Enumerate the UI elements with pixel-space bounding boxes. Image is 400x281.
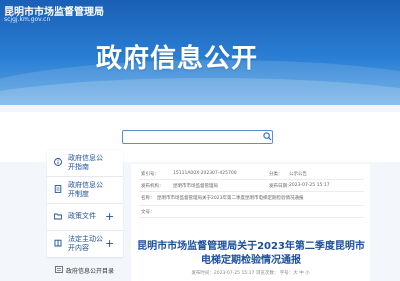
meta-label: 分类： xyxy=(269,172,283,177)
article-title: 昆明市市场监督管理局关于2023年第二季度昆明市电梯定期检验情况通报 xyxy=(137,241,365,266)
sidebar-footer-label: 政府信息公开目录 xyxy=(66,268,115,275)
book-icon xyxy=(54,239,62,247)
meta-value: 15111A00X-202307-425700 xyxy=(173,171,237,176)
meta-row: 文号： xyxy=(139,206,364,218)
meta-value: 2023-07-25 15:17 xyxy=(289,183,330,188)
sidebar-item-guide[interactable]: 政府信息公开指南 xyxy=(47,150,123,177)
sidebar-item-label: 政策文件 xyxy=(68,212,96,220)
article-meta: 发布时间：2023-07-25 15:17 浏览次数： 字号：大 中 小 xyxy=(191,271,310,276)
meta-label: 文号： xyxy=(141,210,155,215)
catalog-icon xyxy=(55,266,63,273)
site-domain: scjgj.km.gov.cn xyxy=(4,16,51,23)
meta-row: 名称： 昆明市市场监督管理局关于2023年第二季度昆明市电梯定期检验情况通报 xyxy=(139,192,364,206)
document-icon xyxy=(54,185,62,193)
sidebar-item-statutory[interactable]: 法定主动公开内容 + xyxy=(47,231,123,258)
metadata-table: 索引号： 15111A00X-202307-425700 分类： 公示公告 发布… xyxy=(139,168,364,218)
sidebar-item-label: 政府信息公开指南 xyxy=(68,154,103,171)
meta-value: 昆明市市场监督管理局 xyxy=(173,184,218,189)
sidebar-item-label: 法定主动公开内容 xyxy=(68,235,103,252)
meta-value: 昆明市市场监督管理局关于2023年第二季度昆明市电梯定期检验情况通报 xyxy=(157,196,304,201)
meta-row: 发布机构： 昆明市市场监督管理局 发布日期： 2023-07-25 15:17 xyxy=(139,180,364,192)
meta-row: 索引号： 15111A00X-202307-425700 分类： 公示公告 xyxy=(139,168,364,180)
expand-toggle[interactable]: + xyxy=(105,237,114,250)
page-banner-title: 政府信息公开 xyxy=(96,44,259,74)
info-icon xyxy=(54,158,62,166)
search-icon[interactable] xyxy=(263,132,272,141)
search-input[interactable] xyxy=(122,130,273,144)
header-banner: 昆明市市场监督管理局 scjgj.km.gov.cn 政府信息公开 xyxy=(0,0,400,105)
meta-label: 索引号： xyxy=(141,172,159,177)
sidebar-nav: 政府信息公开指南 政府信息公开制度 政策文件 + 法定主动公开内容 + xyxy=(47,150,123,258)
expand-toggle[interactable]: + xyxy=(105,210,114,223)
sidebar-item-label: 政府信息公开制度 xyxy=(68,181,103,198)
sidebar-item-system[interactable]: 政府信息公开制度 xyxy=(47,177,123,204)
meta-label: 名称： xyxy=(141,196,155,201)
meta-label: 发布机构： xyxy=(141,184,164,189)
sidebar-item-policy[interactable]: 政策文件 + xyxy=(47,204,123,231)
folder-icon xyxy=(54,213,62,220)
meta-value: 公示公告 xyxy=(289,172,307,177)
sidebar-item-catalog[interactable]: 政府信息公开目录 xyxy=(47,263,123,277)
